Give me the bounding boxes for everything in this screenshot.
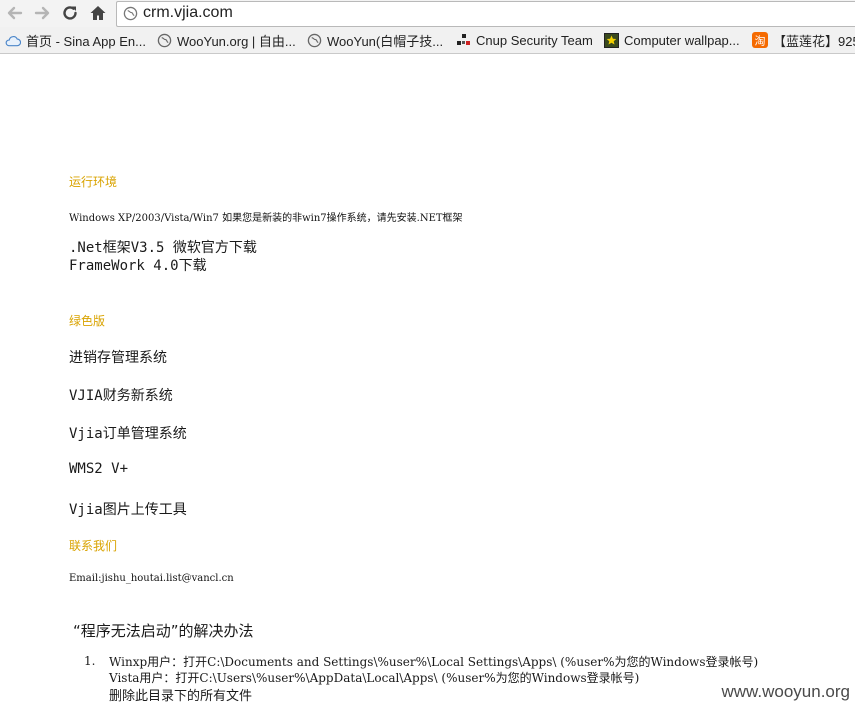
address-url[interactable]: crm.vjia.com — [143, 4, 233, 22]
taobao-icon: 淘 — [752, 32, 768, 48]
bookmark-label: 首页 - Sina App En... — [26, 33, 146, 49]
app-link-inventory[interactable]: 进销存管理系统 — [69, 347, 167, 367]
app-link-wms2[interactable]: WMS2 V+ — [69, 461, 128, 477]
bookmark-item-wooyun-org[interactable]: WooYun.org | 自由... — [156, 31, 296, 49]
net35-download-link[interactable]: .Net框架V3.5 微软官方下载 — [69, 237, 257, 257]
bookmark-label: 【蓝莲花】925 — [773, 33, 855, 49]
watermark: www.wooyun.org — [718, 682, 853, 704]
bookmark-label: Cnup Security Team — [476, 32, 593, 48]
reload-button[interactable] — [59, 2, 81, 24]
back-button[interactable] — [4, 2, 26, 24]
bookmark-label: WooYun(白帽子技... — [327, 33, 444, 49]
app-link-image-upload[interactable]: Vjia图片上传工具 — [69, 499, 187, 519]
bookmark-label: Computer wallpap... — [624, 32, 740, 48]
step-line-winxp: Winxp用户：打开C:\Documents and Settings\%use… — [109, 655, 759, 669]
bookmark-item-lianhua[interactable]: 淘 【蓝莲花】925 — [752, 31, 855, 49]
address-bar[interactable]: crm.vjia.com — [116, 1, 855, 27]
arrow-right-icon — [34, 6, 50, 20]
green-version-heading: 绿色版 — [69, 314, 106, 328]
app-link-orders[interactable]: Vjia订单管理系统 — [69, 423, 187, 443]
bookmark-item-cnup[interactable]: Cnup Security Team — [455, 31, 593, 49]
globe-icon — [306, 32, 322, 48]
cloud-icon — [5, 32, 21, 48]
star-icon — [603, 32, 619, 48]
page-globe-icon — [123, 6, 138, 21]
globe-icon — [156, 32, 172, 48]
env-heading: 运行环境 — [69, 175, 118, 189]
svg-text:淘: 淘 — [755, 35, 766, 48]
step-line-vista: Vista用户：打开C:\Users\%user%\AppData\Local\… — [109, 671, 640, 685]
solution-title: “程序无法启动”的解决办法 — [73, 622, 254, 640]
contact-email: Email:jishu_houtai.list@vancl.cn — [69, 573, 234, 584]
bookmarks-bar: 首页 - Sina App En... WooYun.org | 自由... W… — [0, 27, 855, 54]
step-number: 1. — [84, 654, 96, 668]
bookmark-label: WooYun.org | 自由... — [177, 33, 296, 49]
home-icon — [90, 6, 106, 20]
bookmark-item-sina[interactable]: 首页 - Sina App En... — [5, 31, 146, 49]
env-description: Windows XP/2003/Vista/Win7 如果您是新装的非win7操… — [69, 213, 463, 224]
bookmark-item-wallpaper[interactable]: Computer wallpap... — [603, 31, 740, 49]
home-button[interactable] — [87, 2, 109, 24]
bookmark-item-wooyun-whitehat[interactable]: WooYun(白帽子技... — [306, 31, 443, 49]
forward-button[interactable] — [31, 2, 53, 24]
pixel-icon — [455, 32, 471, 48]
browser-toolbar: crm.vjia.com — [0, 0, 855, 27]
net40-download-link[interactable]: FrameWork 4.0下载 — [69, 255, 207, 275]
contact-heading: 联系我们 — [69, 539, 118, 553]
reload-icon — [63, 6, 77, 20]
page-content: 运行环境 Windows XP/2003/Vista/Win7 如果您是新装的非… — [0, 54, 855, 704]
arrow-left-icon — [7, 6, 23, 20]
step-line-delete: 删除此目录下的所有文件 — [109, 689, 253, 704]
app-link-finance[interactable]: VJIA财务新系统 — [69, 385, 173, 405]
